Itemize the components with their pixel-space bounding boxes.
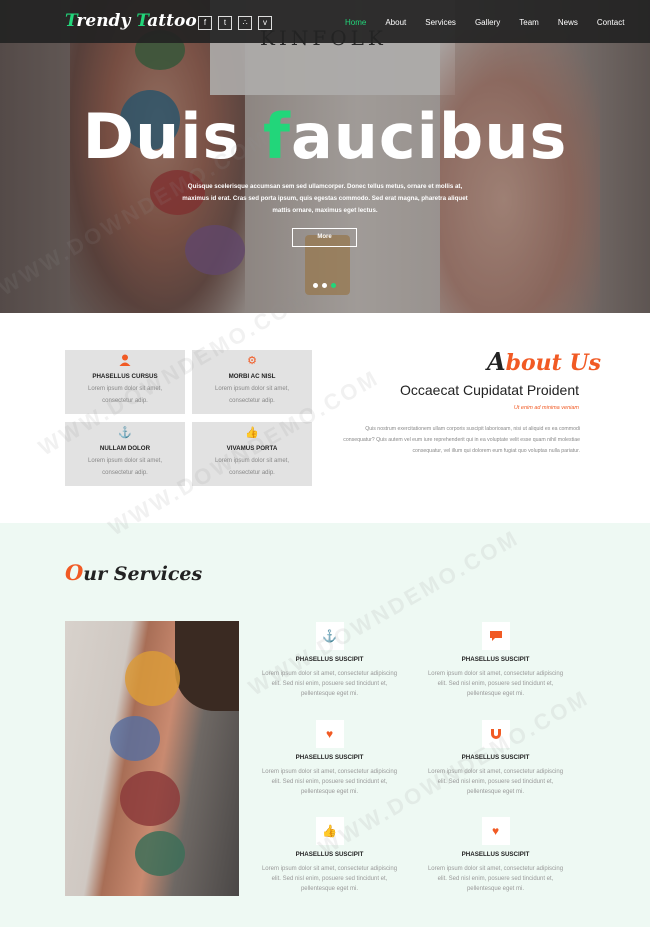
service-item: ♥ PHASELLUS SUSCIPIT Lorem ipsum dolor s… — [418, 817, 573, 894]
twitter-icon[interactable]: t — [218, 16, 232, 30]
service-desc: Lorem ipsum dolor sit amet, consectetur … — [261, 866, 398, 892]
main-nav: Home About Services Gallery Team News Co… — [345, 18, 643, 27]
rss-icon[interactable]: ∴ — [238, 16, 252, 30]
slider-dots — [313, 283, 336, 288]
tattoo-decor — [120, 771, 180, 826]
service-title: PHASELLUS SUSCIPIT — [461, 656, 530, 663]
hero-title-accent: f — [262, 100, 291, 173]
service-item: ♥ PHASELLUS SUSCIPIT Lorem ipsum dolor s… — [252, 720, 407, 797]
hero-title: Duis faucibus — [0, 100, 650, 173]
feature-desc: Lorem ipsum dolor sit amet, consectetur a… — [87, 458, 163, 476]
nav-gallery[interactable]: Gallery — [475, 18, 500, 27]
nav-contact[interactable]: Contact — [597, 18, 625, 27]
service-item: 👍 PHASELLUS SUSCIPIT Lorem ipsum dolor s… — [252, 817, 407, 894]
thumbs-up-icon: 👍 — [315, 817, 344, 845]
vk-icon[interactable]: v — [258, 16, 272, 30]
hero-subtitle: Quisque scelerisque accumsan sem sed ull… — [182, 183, 468, 214]
nav-home[interactable]: Home — [345, 18, 366, 27]
feature-title: VIVAMUS PORTA — [226, 445, 278, 452]
navbar: Trendy Tattoo f t ∴ v Home About Service… — [0, 0, 650, 43]
about-heading-initial: A — [487, 347, 506, 376]
services-photo — [65, 621, 239, 896]
facebook-icon[interactable]: f — [198, 16, 212, 30]
service-title: PHASELLUS SUSCIPIT — [295, 851, 364, 858]
slider-dot[interactable] — [313, 283, 318, 288]
feature-card: PHASELLUS CURSUS Lorem ipsum dolor sit a… — [65, 350, 185, 414]
about-subtitle: Occaecat Cupidatat Proident — [400, 382, 579, 398]
about-tagline: Ut enim ad minima veniam — [513, 405, 579, 411]
service-desc: Lorem ipsum dolor sit amet, consectetur … — [261, 671, 398, 697]
about-section — [0, 313, 650, 523]
about-heading: About Us — [487, 347, 601, 376]
site-logo[interactable]: Trendy Tattoo — [65, 11, 197, 31]
feature-card: ⚓ NULLAM DOLOR Lorem ipsum dolor sit ame… — [65, 422, 185, 486]
feature-title: NULLAM DOLOR — [99, 445, 151, 452]
photo-hair — [175, 621, 239, 711]
service-desc: Lorem ipsum dolor sit amet, consectetur … — [427, 671, 564, 697]
services-heading-rest: ur Services — [83, 563, 203, 585]
gear-icon: ⚙ — [247, 355, 257, 367]
logo-accent-letter: T — [65, 11, 77, 31]
hero-title-part: Duis — [82, 100, 263, 173]
heart-pulse-icon: ♥ — [481, 817, 510, 845]
slider-dot[interactable] — [322, 283, 327, 288]
social-links: f t ∴ v — [198, 16, 272, 30]
anchor-icon: ⚓ — [315, 622, 344, 650]
service-desc: Lorem ipsum dolor sit amet, consectetur … — [427, 769, 564, 795]
service-title: PHASELLUS SUSCIPIT — [295, 754, 364, 761]
tattoo-decor — [110, 716, 160, 761]
logo-accent-letter: T — [136, 11, 148, 31]
service-title: PHASELLUS SUSCIPIT — [461, 851, 530, 858]
feature-card: ⚙ MORBI AC NISL Lorem ipsum dolor sit am… — [192, 350, 312, 414]
feature-desc: Lorem ipsum dolor sit amet, consectetur a… — [214, 458, 290, 476]
services-heading: Our Services — [65, 560, 202, 585]
tattoo-decor — [125, 651, 180, 706]
service-title: PHASELLUS SUSCIPIT — [295, 656, 364, 663]
nav-services[interactable]: Services — [425, 18, 456, 27]
user-icon — [65, 354, 185, 368]
more-button[interactable]: More — [292, 228, 357, 247]
feature-desc: Lorem ipsum dolor sit amet, consectetur a… — [87, 386, 163, 404]
nav-about[interactable]: About — [385, 18, 406, 27]
chat-bubble-icon — [481, 622, 510, 650]
nav-news[interactable]: News — [558, 18, 578, 27]
service-desc: Lorem ipsum dolor sit amet, consectetur … — [427, 866, 564, 892]
nav-team[interactable]: Team — [519, 18, 539, 27]
service-item: ⚓ PHASELLUS SUSCIPIT Lorem ipsum dolor s… — [252, 622, 407, 699]
thumbs-up-icon: 👍 — [245, 427, 259, 439]
feature-card: 👍 VIVAMUS PORTA Lorem ipsum dolor sit am… — [192, 422, 312, 486]
service-desc: Lorem ipsum dolor sit amet, consectetur … — [261, 769, 398, 795]
heart-pulse-icon: ♥ — [315, 720, 344, 748]
about-body: Quis nostrum exercitationem ullam corpor… — [343, 426, 580, 454]
logo-text: attoo — [147, 11, 197, 31]
feature-title: PHASELLUS CURSUS — [92, 373, 158, 380]
services-heading-initial: O — [65, 560, 84, 585]
logo-text: rendy — [76, 11, 137, 31]
service-item: PHASELLUS SUSCIPIT Lorem ipsum dolor sit… — [418, 622, 573, 699]
hero-title-part: aucibus — [290, 100, 568, 173]
service-title: PHASELLUS SUSCIPIT — [461, 754, 530, 761]
tattoo-decor — [135, 831, 185, 876]
service-item: PHASELLUS SUSCIPIT Lorem ipsum dolor sit… — [418, 720, 573, 797]
anchor-icon: ⚓ — [118, 427, 132, 439]
feature-desc: Lorem ipsum dolor sit amet, consectetur a… — [214, 386, 290, 404]
slider-dot-active[interactable] — [331, 283, 336, 288]
feature-title: MORBI AC NISL — [228, 373, 276, 380]
about-heading-rest: bout Us — [505, 350, 602, 376]
magnet-icon — [481, 720, 510, 748]
